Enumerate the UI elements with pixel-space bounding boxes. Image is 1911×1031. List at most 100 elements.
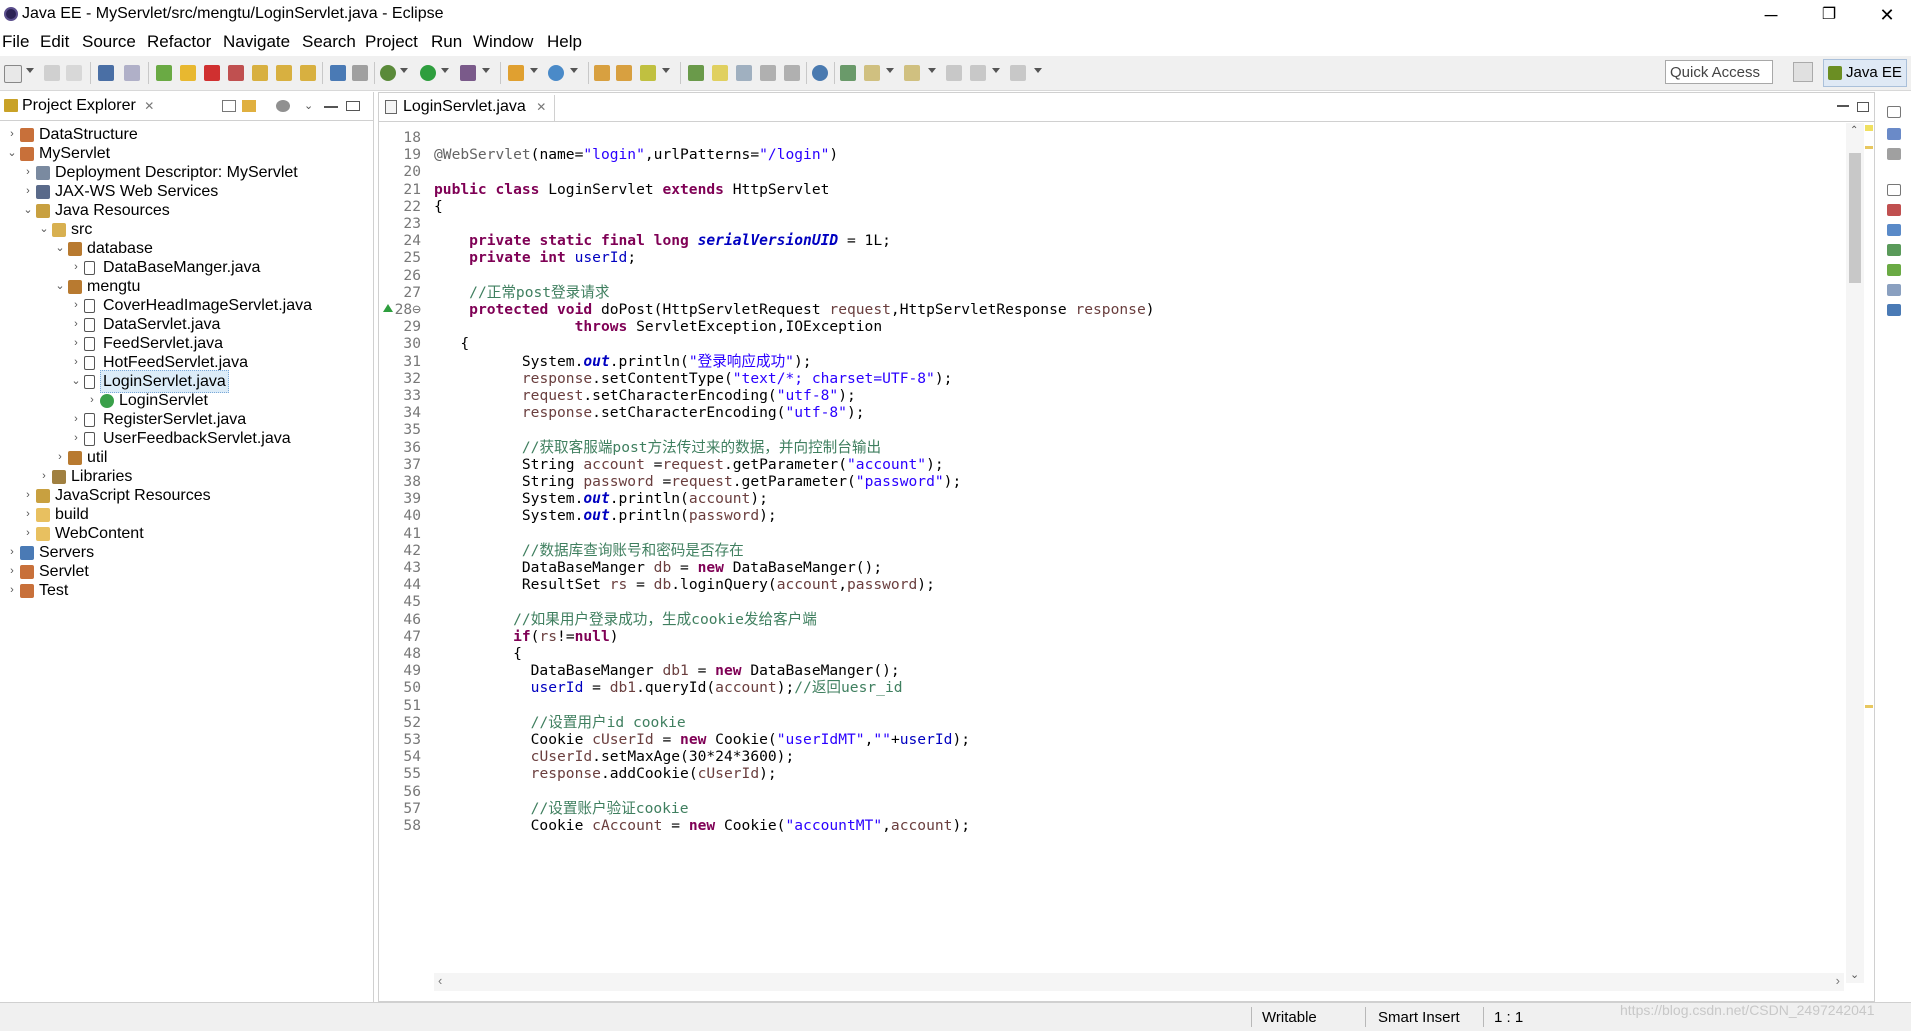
restore-view-icon[interactable] (1887, 184, 1901, 196)
menu-navigate[interactable]: Navigate (223, 32, 290, 52)
new-project-dropdown-icon[interactable] (530, 68, 538, 73)
perspective-java-ee-button[interactable]: Java EE (1823, 59, 1907, 87)
prev-annotation-icon[interactable] (904, 65, 920, 81)
maximize-view-icon[interactable] (346, 101, 360, 111)
disconnect-icon[interactable] (228, 65, 244, 81)
scroll-down-icon[interactable]: ⌄ (1850, 968, 1859, 981)
scroll-right-icon[interactable]: › (1836, 973, 1840, 988)
new-java-project-icon[interactable] (508, 65, 524, 81)
overview-ruler[interactable] (1864, 123, 1874, 983)
show-whitespace-icon[interactable] (760, 65, 776, 81)
save-icon[interactable] (44, 65, 60, 81)
search-tool-icon[interactable] (640, 65, 656, 81)
scrollbar-thumb[interactable] (1849, 153, 1861, 283)
publish-icon[interactable] (352, 65, 368, 81)
properties-icon[interactable] (1887, 224, 1901, 236)
suspend-icon[interactable] (180, 65, 196, 81)
save-all-icon[interactable] (66, 65, 82, 81)
console-icon[interactable] (1887, 304, 1901, 316)
terminate-icon[interactable] (204, 65, 220, 81)
new-class-icon[interactable] (548, 65, 564, 81)
snippets-icon[interactable] (1887, 284, 1901, 296)
servers-view-icon[interactable] (1887, 244, 1901, 256)
overview-marker[interactable] (1865, 705, 1873, 708)
menu-file[interactable]: File (2, 32, 29, 52)
block-selection-icon[interactable] (736, 65, 752, 81)
collapse-all-icon[interactable] (222, 100, 236, 112)
overview-warning-marker[interactable] (1865, 125, 1873, 131)
step-over-icon[interactable] (276, 65, 292, 81)
webservice-icon (36, 185, 50, 199)
task-list-icon[interactable] (1887, 148, 1901, 160)
search-dropdown-icon[interactable] (662, 68, 670, 73)
menu-project[interactable]: Project (365, 32, 418, 52)
expand-arrow-icon[interactable]: › (6, 579, 18, 602)
horizontal-scrollbar[interactable]: ‹ › (434, 973, 1844, 991)
next-annotation-dropdown-icon[interactable] (886, 68, 894, 73)
web-browser-icon[interactable] (812, 65, 828, 81)
resume-icon[interactable] (156, 65, 172, 81)
maximize-editor-icon[interactable] (1857, 102, 1869, 112)
back-dropdown-icon[interactable] (992, 68, 1000, 73)
minimize-editor-icon[interactable] (1837, 99, 1849, 107)
run-dropdown-icon[interactable] (441, 68, 449, 73)
close-button[interactable]: ✕ (1864, 2, 1910, 28)
menu-help[interactable]: Help (547, 32, 582, 52)
new-icon[interactable] (4, 65, 22, 83)
debug-dropdown-icon[interactable] (400, 68, 408, 73)
link-with-editor-icon[interactable] (242, 100, 256, 112)
show-pilcrow-icon[interactable] (784, 65, 800, 81)
override-marker-icon[interactable] (383, 304, 393, 312)
open-perspective-icon[interactable] (1793, 62, 1813, 82)
forward-icon[interactable] (1010, 65, 1026, 81)
menu-search[interactable]: Search (302, 32, 356, 52)
run-icon[interactable] (420, 65, 436, 81)
close-icon[interactable]: ✕ (144, 99, 154, 113)
open-task-icon[interactable] (616, 65, 632, 81)
step-into-icon[interactable] (252, 65, 268, 81)
debug-icon[interactable] (380, 65, 396, 81)
back-icon[interactable] (970, 65, 986, 81)
quick-access-field[interactable]: Quick Access (1665, 60, 1773, 84)
scroll-up-icon[interactable]: ⌃ (1850, 125, 1858, 136)
tab-project-explorer[interactable]: Project Explorer ✕ (2, 94, 163, 120)
servers-icon[interactable] (330, 65, 346, 81)
next-annotation-icon[interactable] (864, 65, 880, 81)
close-icon[interactable]: ✕ (536, 100, 546, 114)
outline-icon[interactable] (1887, 128, 1901, 140)
data-source-explorer-icon[interactable] (1887, 264, 1901, 276)
new-class-dropdown-icon[interactable] (570, 68, 578, 73)
filters-icon[interactable] (276, 100, 290, 112)
overview-marker[interactable] (1865, 146, 1873, 149)
tab-login-servlet[interactable]: LoginServlet.java ✕ (381, 95, 556, 121)
vertical-scrollbar[interactable]: ⌃ ⌄ (1846, 123, 1864, 983)
forward-dropdown-icon[interactable] (1034, 68, 1042, 73)
tree-item[interactable]: › Test (0, 579, 370, 602)
view-menu-icon[interactable]: ⌄ (304, 100, 318, 112)
minimize-button[interactable]: ─ (1748, 2, 1794, 28)
open-type-icon[interactable] (594, 65, 610, 81)
menu-source[interactable]: Source (82, 32, 136, 52)
external-tools-dropdown-icon[interactable] (482, 68, 490, 73)
terminal-icon[interactable] (98, 65, 114, 81)
menu-window[interactable]: Window (473, 32, 533, 52)
new-dropdown-icon[interactable] (26, 68, 34, 73)
restore-button[interactable]: ❐ (1806, 2, 1852, 28)
code-token: out (583, 507, 610, 525)
step-return-icon[interactable] (300, 65, 316, 81)
scroll-left-icon[interactable]: ‹ (438, 973, 442, 988)
menu-refactor[interactable]: Refactor (147, 32, 211, 52)
toggle-mark-occurrences-icon[interactable] (688, 65, 704, 81)
team-sync-icon[interactable] (840, 65, 856, 81)
skip-breakpoints-icon[interactable] (124, 65, 140, 81)
restore-view-icon[interactable] (1887, 106, 1901, 118)
prev-annotation-dropdown-icon[interactable] (928, 68, 936, 73)
code-editor-area[interactable]: @WebServlet(name="login",urlPatterns="/l… (434, 123, 1814, 973)
last-edit-location-icon[interactable] (946, 65, 962, 81)
menu-run[interactable]: Run (431, 32, 462, 52)
external-tools-icon[interactable] (460, 65, 476, 81)
minimize-view-icon[interactable] (324, 100, 338, 108)
markers-icon[interactable] (1887, 204, 1901, 216)
menu-edit[interactable]: Edit (40, 32, 69, 52)
toggle-highlight-icon[interactable] (712, 65, 728, 81)
